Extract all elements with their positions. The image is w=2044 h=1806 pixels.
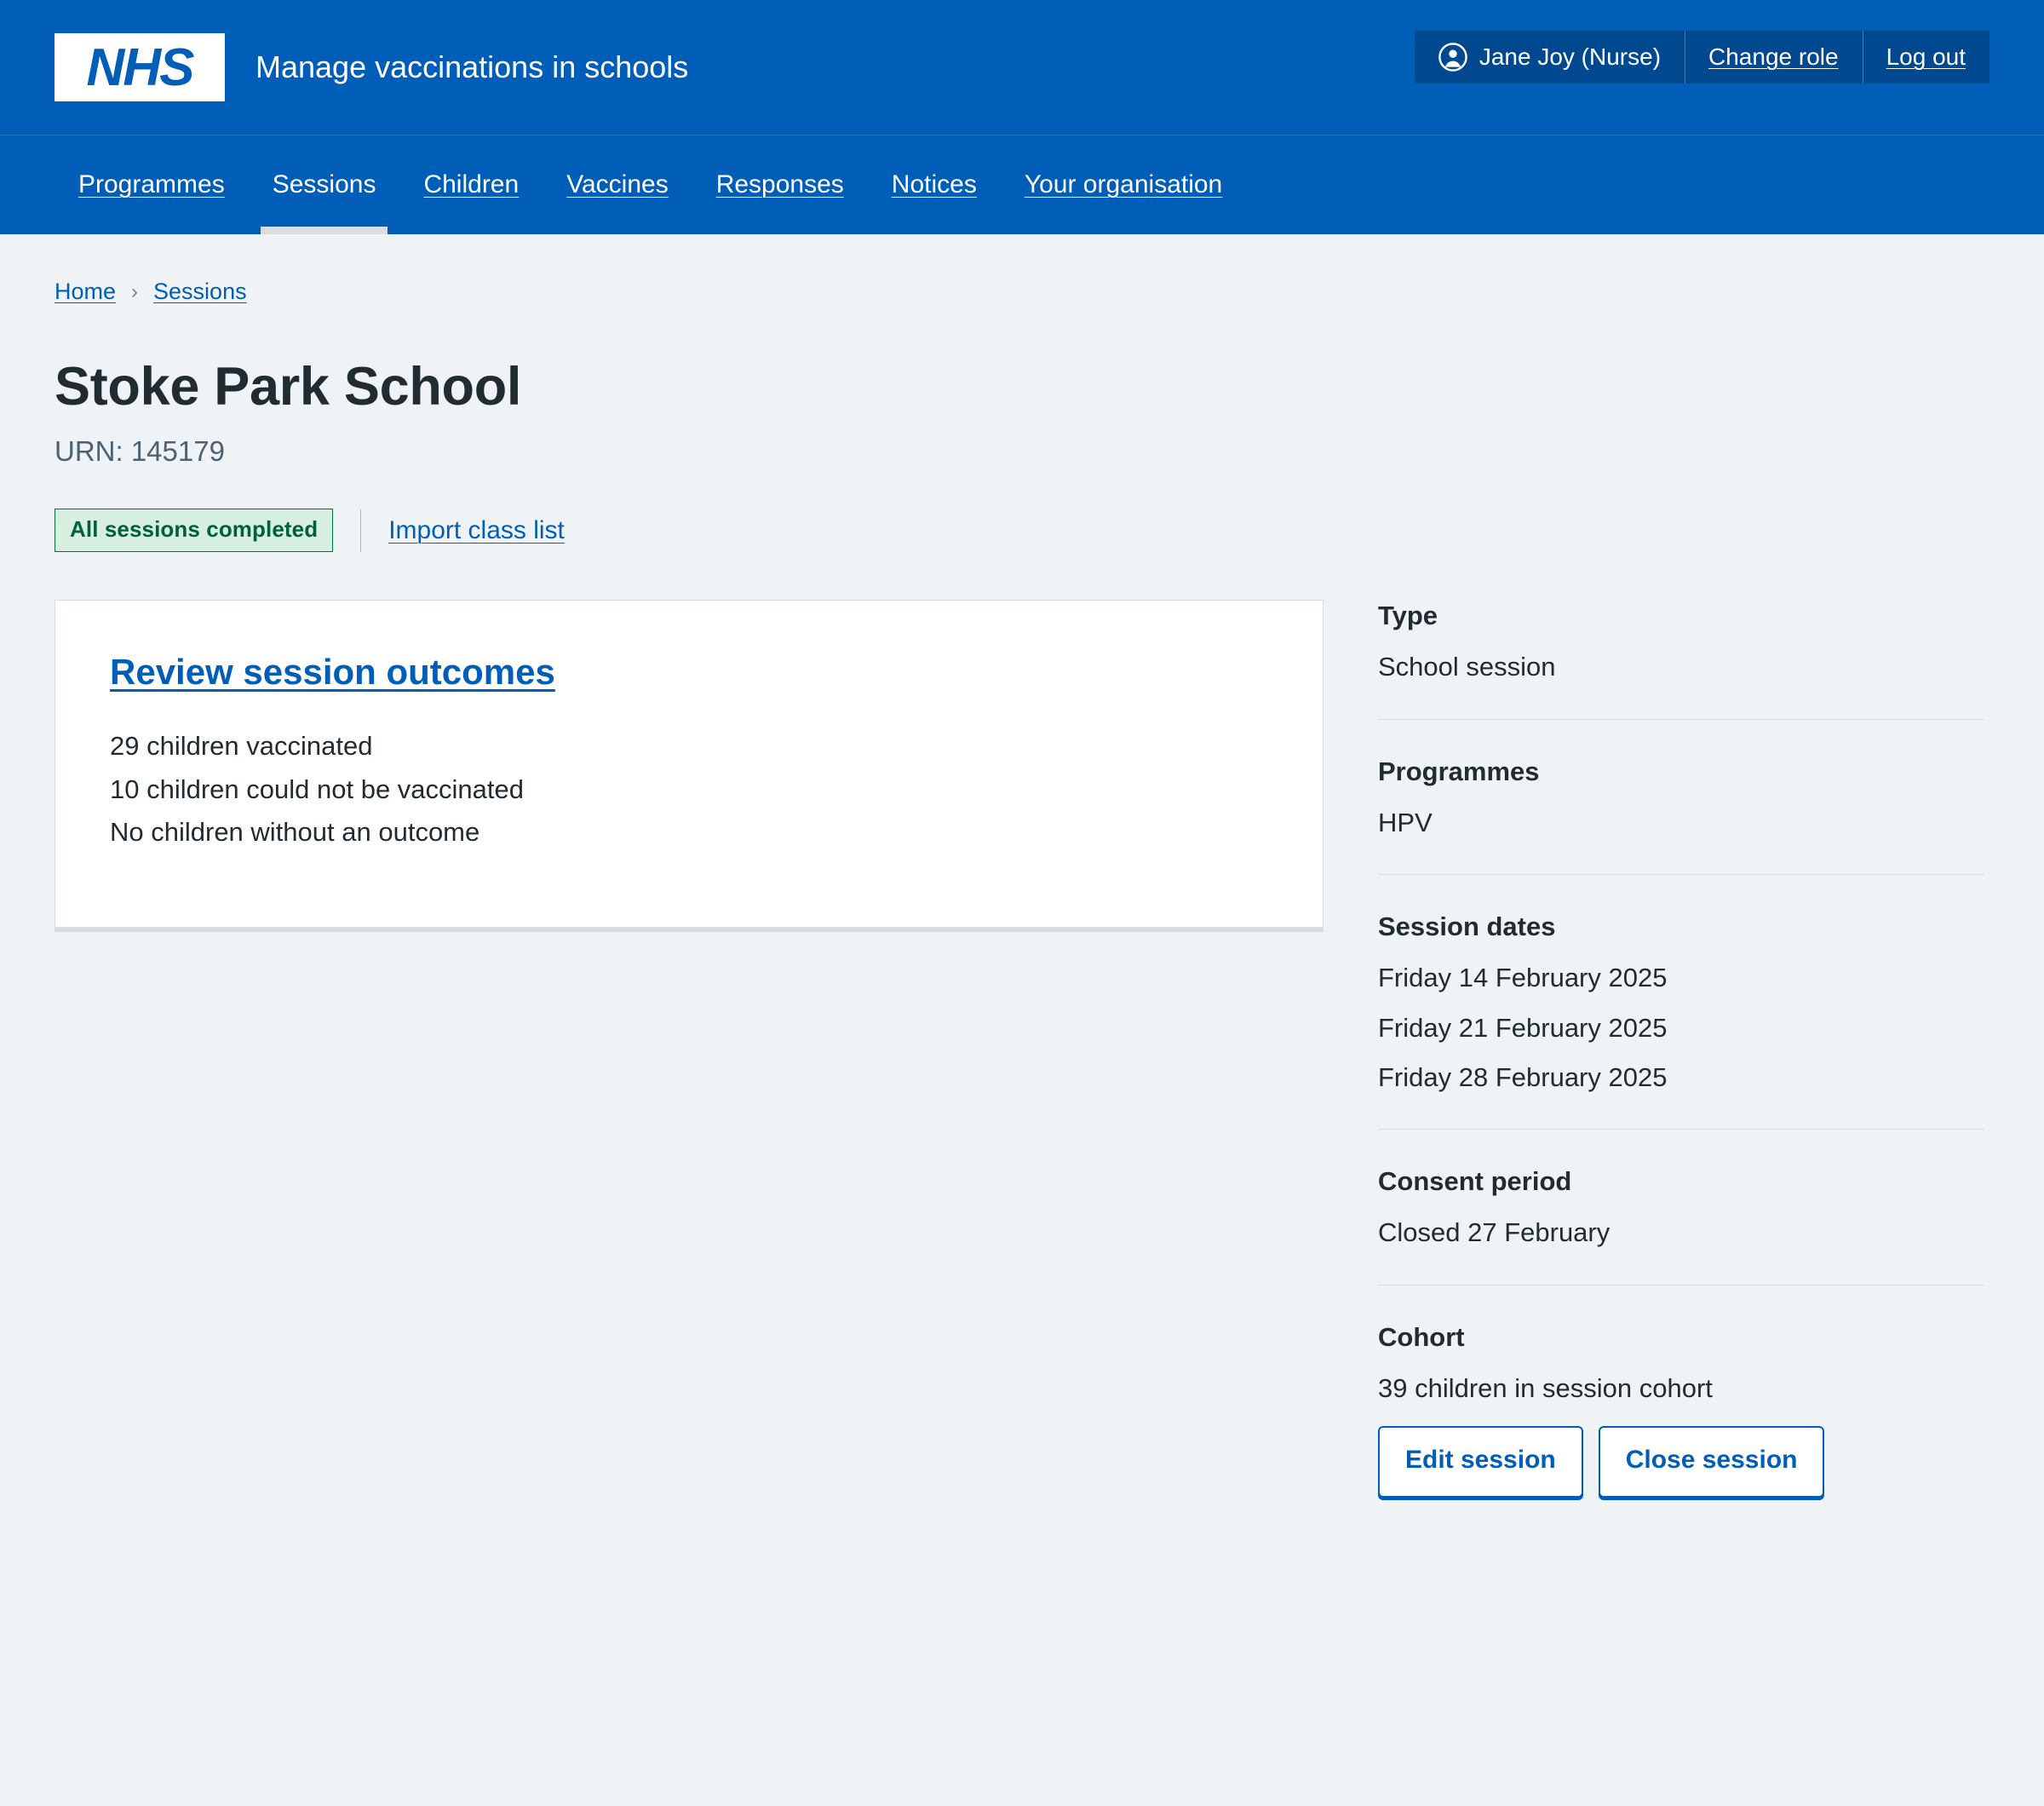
meta-programmes-value: HPV [1378,807,1433,837]
meta-type-value: School session [1378,652,1556,682]
main-column: Review session outcomes 29 children vacc… [55,600,1323,933]
close-session-button[interactable]: Close session [1598,1426,1825,1498]
user-avatar-icon [1438,43,1467,72]
nav-item-your-organisation[interactable]: Your organisation [1001,135,1246,234]
nav-link-your-organisation[interactable]: Your organisation [1001,135,1246,234]
nav-link-children[interactable]: Children [399,135,543,234]
meta-session-dates-title: Session dates [1378,912,1556,942]
nav-link-sessions[interactable]: Sessions [249,135,400,234]
main-content: Home › Sessions Stoke Park School URN: 1… [0,234,2044,1532]
list-item: No children without an outcome [110,816,480,847]
svg-text:NHS: NHS [87,38,195,97]
page-urn: URN: 145179 [55,435,225,468]
change-role-link[interactable]: Change role [1708,43,1839,71]
outcome-summary-list: 29 children vaccinated 10 children could… [110,725,1268,854]
nav-item-vaccines[interactable]: Vaccines [543,135,692,234]
meta-consent-period: Consent period Closed 27 February [1378,1129,1984,1284]
header-inner: NHS Manage vaccinations in schools Jane … [0,0,2044,135]
nav-link-responses[interactable]: Responses [692,135,868,234]
meta-consent-period-title: Consent period [1378,1166,1572,1197]
list-item: 29 children vaccinated [110,731,373,762]
site-header: NHS Manage vaccinations in schools Jane … [0,0,2044,135]
log-out-item[interactable]: Log out [1862,31,1989,83]
nhs-logo-icon: NHS [55,33,225,101]
status-row: All sessions completed Import class list [55,509,1989,553]
content-grid: Review session outcomes 29 children vacc… [55,600,1989,1532]
breadcrumb-item-sessions[interactable]: Sessions [153,279,247,305]
nav-item-sessions[interactable]: Sessions [249,135,400,234]
log-out-link[interactable]: Log out [1886,43,1966,71]
nav-item-children[interactable]: Children [399,135,543,234]
nav-link-vaccines[interactable]: Vaccines [543,135,692,234]
meta-session-date: Friday 21 February 2025 [1378,1012,1668,1043]
account-user-name: Jane Joy (Nurse) [1478,43,1662,70]
import-class-list-link[interactable]: Import class list [388,516,565,545]
meta-cohort-title: Cohort [1378,1321,1465,1352]
meta-programmes-title: Programmes [1378,756,1540,786]
nav-item-notices[interactable]: Notices [868,135,1001,234]
vertical-divider [360,509,362,552]
status-badge: All sessions completed [55,509,334,553]
account-bar: Jane Joy (Nurse) Change role Log out [1414,31,1989,83]
nav-item-programmes[interactable]: Programmes [55,135,249,234]
primary-navigation: Programmes Sessions Children Vaccines Re… [0,135,2044,234]
meta-programmes: Programmes HPV [1378,718,1984,874]
meta-consent-period-value: Closed 27 February [1378,1217,1611,1248]
meta-cohort-value: 39 children in session cohort [1378,1372,1713,1403]
edit-session-button[interactable]: Edit session [1378,1426,1583,1498]
breadcrumb-separator-icon: › [131,279,139,303]
nav-link-programmes[interactable]: Programmes [55,135,249,234]
meta-cohort: Cohort 39 children in session cohort Edi… [1378,1284,1984,1532]
nav-item-responses[interactable]: Responses [692,135,868,234]
list-item: 10 children could not be vaccinated [110,774,524,804]
meta-session-date: Friday 14 February 2025 [1378,963,1668,993]
breadcrumb: Home › Sessions [55,234,1989,305]
session-outcomes-card: Review session outcomes 29 children vacc… [55,600,1323,933]
change-role-item[interactable]: Change role [1685,31,1863,83]
nav-list: Programmes Sessions Children Vaccines Re… [55,135,1246,234]
card-heading: Review session outcomes [110,652,1268,693]
meta-session-date: Friday 28 February 2025 [1378,1061,1668,1092]
service-name: Manage vaccinations in schools [256,49,689,85]
meta-type-title: Type [1378,601,1438,631]
review-session-outcomes-link[interactable]: Review session outcomes [110,652,555,692]
account-user: Jane Joy (Nurse) [1414,31,1685,83]
meta-session-dates: Session dates Friday 14 February 2025 Fr… [1378,874,1984,1129]
nav-inner: Programmes Sessions Children Vaccines Re… [0,135,2044,234]
meta-type: Type School session [1378,600,1984,718]
session-details-sidebar: Type School session Programmes HPV Sessi… [1378,600,1984,1532]
session-action-buttons: Edit session Close session [1378,1426,1984,1498]
page-title: Stoke Park School [55,357,522,417]
breadcrumb-item-home[interactable]: Home [55,279,116,305]
nav-link-notices[interactable]: Notices [868,135,1001,234]
nhs-logo-link[interactable]: NHS Manage vaccinations in schools [55,33,688,101]
